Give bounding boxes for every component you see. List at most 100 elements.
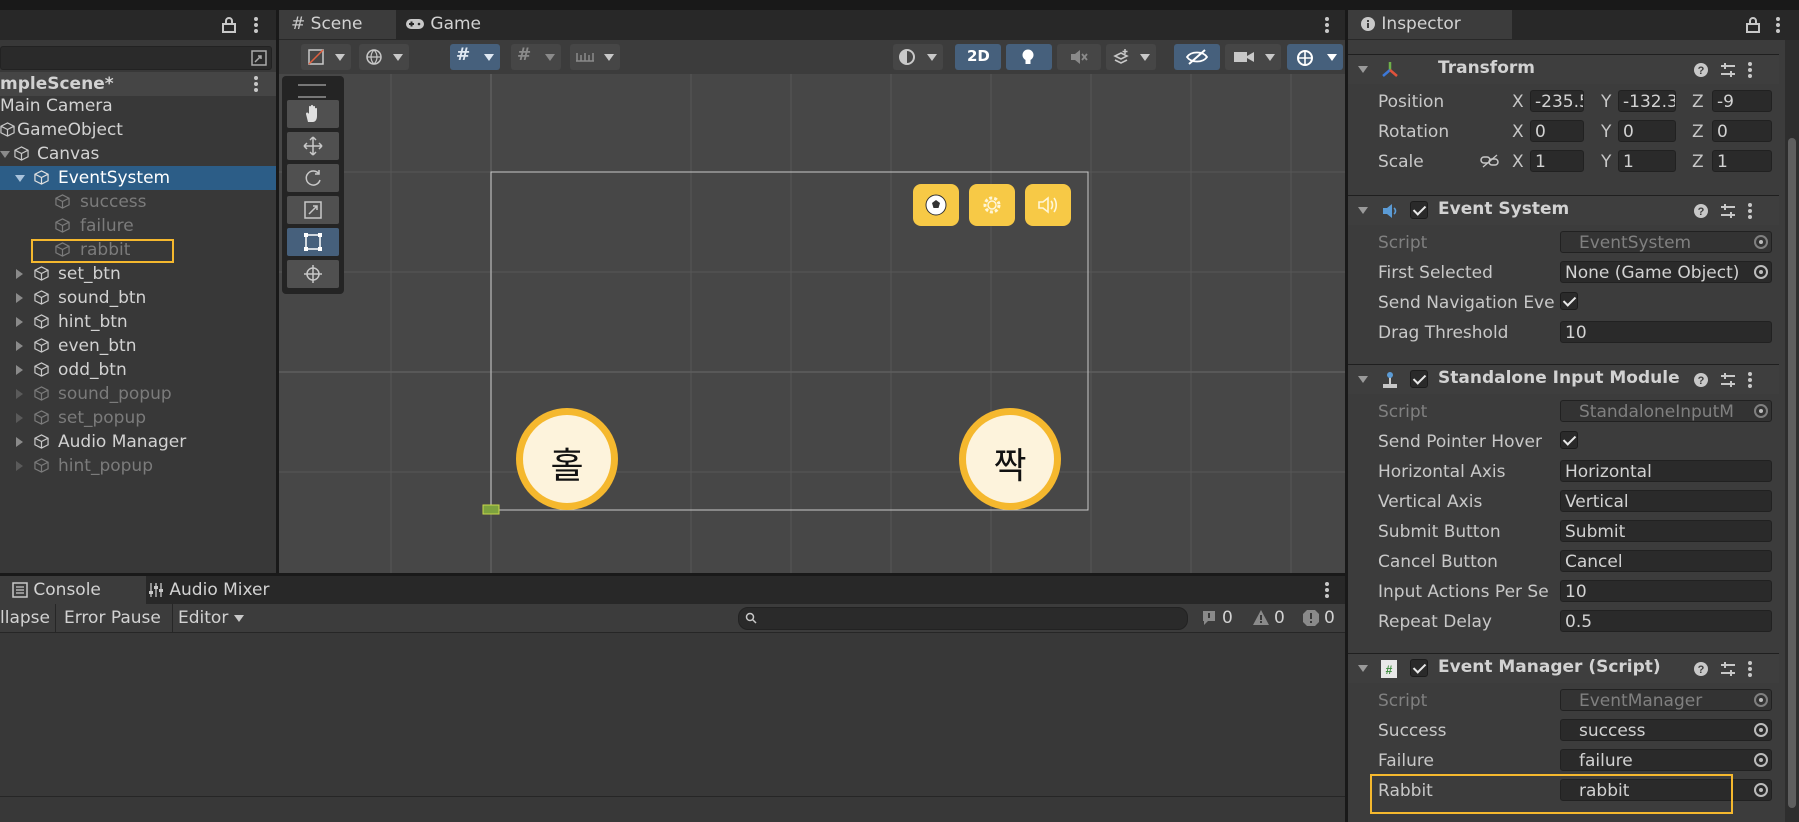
cancel-button-field[interactable]: Cancel (1560, 550, 1772, 572)
rect-tool-button[interactable] (287, 228, 339, 256)
vertical-axis-field[interactable]: Vertical (1560, 490, 1772, 512)
collapsed-arrow-icon[interactable] (16, 365, 23, 375)
presets-icon[interactable] (1720, 203, 1736, 219)
transform-tool-button[interactable] (287, 260, 339, 288)
object-picker-icon[interactable] (1754, 723, 1768, 737)
first-selected-field[interactable]: None (Game Object) (1560, 261, 1772, 283)
enabled-checkbox[interactable] (1410, 659, 1428, 677)
log-count-toggle[interactable]: 0 (1198, 608, 1238, 628)
scene-viewport[interactable]: 홀 짝 (279, 74, 1345, 573)
tab-scene[interactable]: # Scene (279, 10, 396, 39)
effects-button[interactable] (1106, 44, 1156, 70)
object-picker-icon[interactable] (1754, 404, 1768, 418)
object-picker-icon[interactable] (1754, 235, 1768, 249)
horizontal-axis-field[interactable]: Horizontal (1560, 460, 1772, 482)
event-manager-header[interactable]: # Event Manager (Script) ? (1348, 653, 1779, 683)
expand-arrow-icon[interactable] (15, 175, 25, 182)
object-picker-icon[interactable] (1754, 265, 1768, 279)
help-icon[interactable]: ? (1693, 372, 1709, 388)
search-scope-icon[interactable] (251, 50, 267, 66)
send-pointer-checkbox[interactable] (1560, 431, 1578, 449)
rotation-z-field[interactable]: 0 (1712, 120, 1772, 142)
hand-tool-button[interactable] (287, 100, 339, 128)
repeat-delay-field[interactable]: 0.5 (1560, 610, 1772, 632)
inspector-scrollbar[interactable] (1785, 40, 1799, 822)
foldout-icon[interactable] (1358, 376, 1368, 383)
scene-menu-icon[interactable] (254, 76, 258, 92)
scene-menu-icon[interactable] (1325, 17, 1329, 33)
scale-y-field[interactable]: 1 (1618, 150, 1676, 172)
lighting-button[interactable] (1006, 44, 1052, 70)
editor-dropdown[interactable]: Editor (178, 608, 248, 628)
audio-toggle-button[interactable] (1057, 44, 1101, 70)
inspector-menu-icon[interactable] (1776, 17, 1780, 33)
presets-icon[interactable] (1720, 661, 1736, 677)
lock-icon[interactable] (1746, 17, 1760, 33)
draw-mode-button[interactable] (301, 44, 351, 70)
send-navigation-checkbox[interactable] (1560, 292, 1578, 310)
expand-arrow-icon[interactable] (0, 151, 10, 158)
scene-settings-button[interactable] (969, 184, 1015, 226)
tab-game[interactable]: Game (393, 10, 493, 39)
scene-odd-button[interactable]: 홀 (516, 408, 618, 510)
component-menu-icon[interactable] (1748, 661, 1752, 677)
foldout-icon[interactable] (1358, 66, 1368, 73)
presets-icon[interactable] (1720, 372, 1736, 388)
help-icon[interactable]: ? (1693, 661, 1709, 677)
rotation-y-field[interactable]: 0 (1618, 120, 1676, 142)
transform-header[interactable]: Transform ? (1348, 54, 1779, 84)
input-actions-field[interactable]: 10 (1560, 580, 1772, 602)
camera-button[interactable] (1225, 44, 1281, 70)
console-search-input[interactable] (738, 607, 1188, 630)
collapsed-arrow-icon[interactable] (16, 341, 23, 351)
collapsed-arrow-icon[interactable] (16, 317, 23, 327)
position-z-field[interactable]: -9 (1712, 90, 1772, 112)
presets-icon[interactable] (1720, 62, 1736, 78)
ruler-button[interactable] (570, 44, 620, 70)
success-field[interactable]: success (1560, 719, 1772, 741)
enabled-checkbox[interactable] (1410, 370, 1428, 388)
lock-icon[interactable] (222, 17, 236, 33)
scrollbar-thumb[interactable] (1788, 138, 1796, 808)
scene-visibility-button[interactable] (1174, 44, 1220, 70)
object-picker-icon[interactable] (1754, 693, 1768, 707)
hierarchy-menu-icon[interactable] (254, 17, 258, 33)
orientation-button[interactable] (893, 44, 943, 70)
warning-count-toggle[interactable]: 0 (1250, 608, 1290, 628)
palette-drag-handle[interactable] (298, 84, 326, 98)
collapsed-arrow-icon[interactable] (16, 413, 23, 423)
foldout-icon[interactable] (1358, 665, 1368, 672)
position-x-field[interactable]: -235.5 (1530, 90, 1584, 112)
collapsed-arrow-icon[interactable] (16, 437, 23, 447)
collapsed-arrow-icon[interactable] (16, 269, 23, 279)
component-menu-icon[interactable] (1748, 62, 1752, 78)
object-picker-icon[interactable] (1754, 783, 1768, 797)
mode-2d-button[interactable]: 2D (955, 44, 1001, 70)
render-mode-button[interactable] (359, 44, 409, 70)
tab-console[interactable]: Console (0, 576, 146, 604)
position-y-field[interactable]: -132.3 (1618, 90, 1676, 112)
scene-header[interactable]: mpleScene* (0, 72, 276, 96)
tab-audio-mixer[interactable]: Audio Mixer (136, 576, 282, 604)
scale-z-field[interactable]: 1 (1712, 150, 1772, 172)
tab-inspector[interactable]: Inspector (1348, 10, 1512, 39)
collapsed-arrow-icon[interactable] (16, 389, 23, 399)
constrain-proportions-icon[interactable] (1480, 153, 1500, 169)
scale-x-field[interactable]: 1 (1530, 150, 1584, 172)
hierarchy-item-eventsystem[interactable]: EventSystem (0, 166, 276, 190)
rotate-tool-button[interactable] (287, 164, 339, 192)
move-tool-button[interactable] (287, 132, 339, 160)
rotation-x-field[interactable]: 0 (1530, 120, 1584, 142)
hierarchy-search-input[interactable] (0, 46, 272, 70)
collapsed-arrow-icon[interactable] (16, 461, 23, 471)
help-icon[interactable]: ? (1693, 62, 1709, 78)
object-picker-icon[interactable] (1754, 753, 1768, 767)
help-icon[interactable]: ? (1693, 203, 1709, 219)
submit-button-field[interactable]: Submit (1560, 520, 1772, 542)
foldout-icon[interactable] (1358, 207, 1368, 214)
event-system-header[interactable]: Event System ? (1348, 195, 1779, 225)
failure-field[interactable]: failure (1560, 749, 1772, 771)
scene-sound-button[interactable] (1025, 184, 1071, 226)
error-pause-button[interactable]: Error Pause (64, 608, 161, 628)
drag-threshold-field[interactable]: 10 (1560, 321, 1772, 343)
